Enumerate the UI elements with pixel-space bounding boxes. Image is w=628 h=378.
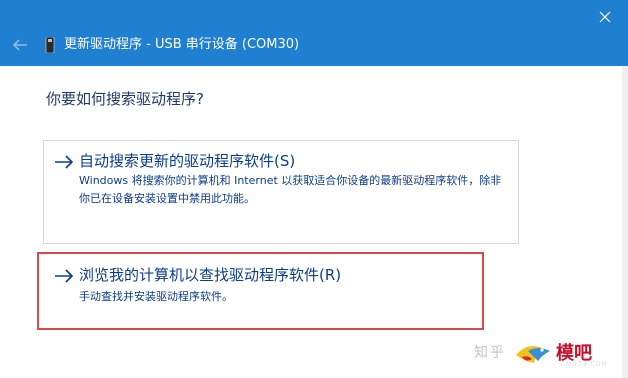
auto-search-option[interactable]: 自动搜索更新的驱动程序软件(S) Windows 将搜索你的计算机和 Inter… xyxy=(43,140,519,244)
close-button[interactable] xyxy=(592,4,618,30)
usb-device-icon xyxy=(45,37,55,53)
watermark-left-text: 知乎 xyxy=(474,345,506,361)
auto-search-title: 自动搜索更新的驱动程序软件(S) xyxy=(79,152,296,170)
auto-search-description: Windows 将搜索你的计算机和 Internet 以获取适合你设备的最新驱动… xyxy=(79,174,502,205)
browse-computer-title: 浏览我的计算机以查找驱动程序软件(R) xyxy=(79,266,342,284)
back-arrow-icon xyxy=(13,39,27,51)
window-title: 更新驱动程序 - USB 串行设备 (COM30) xyxy=(64,37,300,52)
browse-computer-description: 手动查找并安装驱动程序软件。 xyxy=(79,290,233,303)
back-button[interactable] xyxy=(11,36,29,54)
right-arrow-icon xyxy=(55,155,74,169)
window-edge xyxy=(622,66,628,378)
right-arrow-icon xyxy=(55,269,74,283)
close-icon xyxy=(599,11,611,23)
page-heading: 你要如何搜索驱动程序? xyxy=(46,90,204,108)
browse-computer-option[interactable]: 浏览我的计算机以查找驱动程序软件(R) 手动查找并安装驱动程序软件。 xyxy=(43,256,519,342)
bird-logo-icon xyxy=(516,346,550,363)
title-bar: 更新驱动程序 - USB 串行设备 (COM30) xyxy=(0,0,628,66)
watermark-url: MOZ8.COM xyxy=(566,361,608,368)
